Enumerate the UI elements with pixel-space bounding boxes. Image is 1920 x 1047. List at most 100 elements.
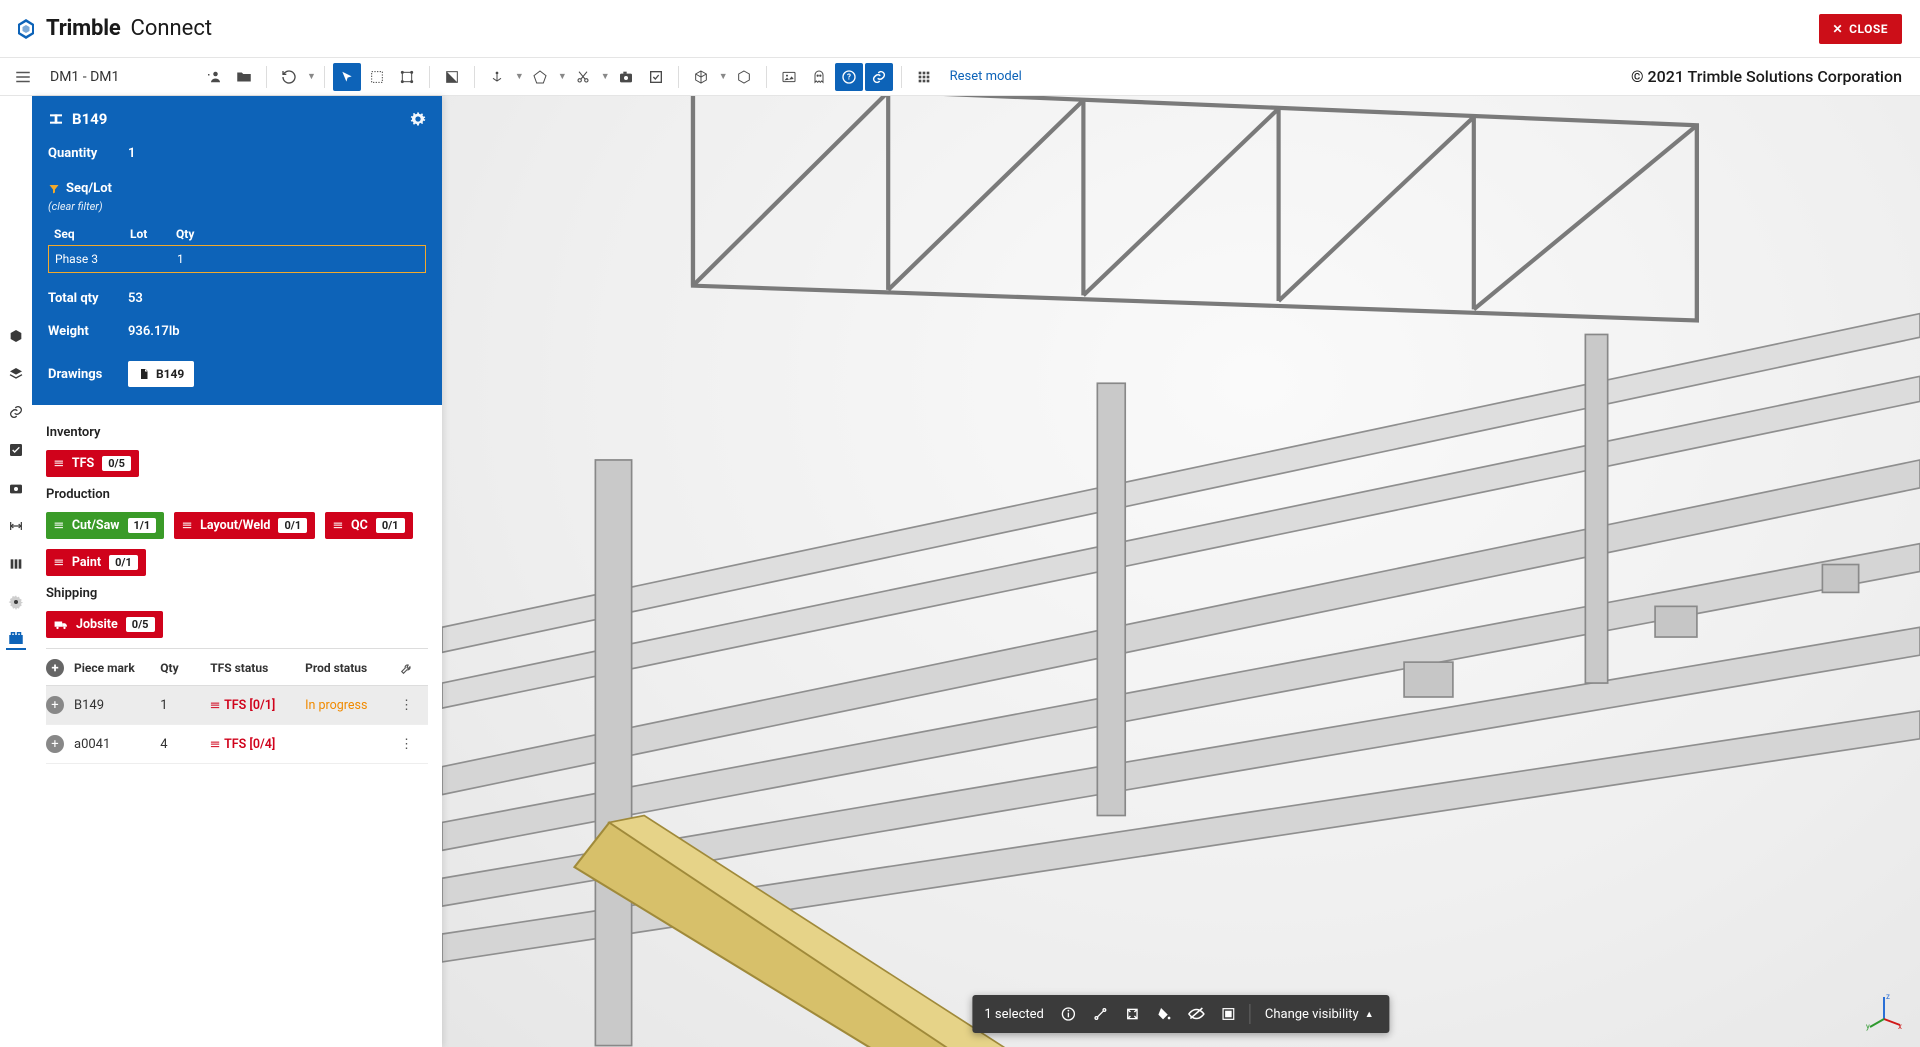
gear-rail-icon[interactable]	[6, 592, 26, 612]
cut-icon[interactable]	[569, 63, 597, 91]
seq-table-row[interactable]: Phase 3 1	[48, 245, 426, 273]
badge-jobsite[interactable]: Jobsite 0/5	[46, 611, 163, 638]
axis-gizmo[interactable]: z x y	[1864, 991, 1904, 1031]
trimble-logo-icon	[14, 17, 38, 41]
add-user-icon[interactable]	[200, 63, 228, 91]
chevron-down-icon[interactable]: ▼	[719, 71, 728, 82]
cube-rail-icon[interactable]	[6, 326, 26, 346]
svg-text:y: y	[1866, 1022, 1870, 1031]
fit-icon[interactable]	[1118, 1001, 1148, 1027]
badge-count: 0/1	[109, 555, 138, 570]
grid-icon[interactable]	[910, 63, 938, 91]
chevron-down-icon[interactable]: ▼	[515, 71, 524, 82]
add-icon[interactable]: +	[46, 659, 64, 677]
seq-table-header: Seq Lot Qty	[48, 223, 426, 245]
bounding-box-icon[interactable]	[393, 63, 421, 91]
more-icon[interactable]: ⋮	[400, 698, 428, 713]
separator	[429, 66, 430, 88]
breadcrumb[interactable]: DM1 - DM1	[50, 69, 119, 85]
chevron-down-icon[interactable]: ▼	[307, 71, 316, 82]
separator	[324, 66, 325, 88]
layers-rail-icon[interactable]	[6, 364, 26, 384]
pallet-icon	[54, 555, 64, 570]
chevron-up-icon: ▲	[1365, 1009, 1374, 1020]
ghost-icon[interactable]	[805, 63, 833, 91]
structure-render	[442, 96, 1920, 1047]
badge-count: 0/5	[126, 617, 155, 632]
piece-table-header: + Piece mark Qty TFS status Prod status	[46, 648, 428, 686]
badge-label: QC	[351, 518, 368, 533]
badge-qc[interactable]: QC 0/1	[325, 512, 412, 539]
link-to-icon[interactable]	[1086, 1001, 1116, 1027]
totalqty-value: 53	[128, 291, 143, 306]
brand: Trimble Connect	[14, 16, 212, 41]
badge-cutsaw[interactable]: Cut/Saw 1/1	[46, 512, 164, 539]
chevron-down-icon[interactable]: ▼	[558, 71, 567, 82]
panel-body: Inventory TFS 0/5 Production Cut/Saw 1/1…	[32, 405, 442, 1047]
hide-icon[interactable]	[1182, 1001, 1212, 1027]
anchor-icon[interactable]	[483, 63, 511, 91]
gallery-icon[interactable]	[775, 63, 803, 91]
table-row[interactable]: + a0041 4 TFS [0/4] ⋮	[46, 725, 428, 764]
3d-viewport[interactable]: z x y 1 selected Change visibility ▲	[442, 96, 1920, 1047]
lot-col: Lot	[130, 227, 160, 241]
check-rail-icon[interactable]	[6, 440, 26, 460]
separator	[678, 66, 679, 88]
badge-count: 0/1	[376, 518, 405, 533]
toolbar-tools: ▼ ▼ ▼ ▼ ▼ ? Reset model	[200, 63, 1022, 91]
toolbar: DM1 - DM1 ▼ ▼ ▼ ▼ ▼ ? Reset model ©	[0, 58, 1920, 96]
cursor-icon[interactable]	[333, 63, 361, 91]
camera-icon[interactable]	[612, 63, 640, 91]
panel-header: B149 Quantity 1 Seq/Lot (clear filter) S…	[32, 96, 442, 405]
help-icon[interactable]: ?	[835, 63, 863, 91]
separator	[474, 66, 475, 88]
hamburger-icon[interactable]	[10, 64, 36, 90]
separator	[266, 66, 267, 88]
chevron-down-icon[interactable]: ▼	[601, 71, 610, 82]
close-button[interactable]: ✕ CLOSE	[1819, 14, 1902, 44]
pallet-icon	[333, 518, 343, 533]
info-icon[interactable]	[1054, 1001, 1084, 1027]
reset-model-link[interactable]: Reset model	[950, 69, 1022, 84]
undo-icon[interactable]	[275, 63, 303, 91]
expand-icon[interactable]: +	[46, 696, 64, 714]
paint-bucket-icon[interactable]	[1150, 1001, 1180, 1027]
badge-paint[interactable]: Paint 0/1	[46, 549, 146, 576]
qty-col: Qty	[176, 227, 206, 241]
lot-cell	[131, 252, 161, 266]
marquee-icon[interactable]	[363, 63, 391, 91]
badge-count: 0/1	[278, 518, 307, 533]
contrast-icon[interactable]	[438, 63, 466, 91]
badge-tfs[interactable]: TFS 0/5	[46, 450, 139, 477]
checkbox-icon[interactable]	[642, 63, 670, 91]
spacing-rail-icon[interactable]	[6, 516, 26, 536]
clear-filter-link[interactable]: (clear filter)	[48, 200, 426, 213]
wrench-icon[interactable]	[400, 661, 428, 675]
isolate-icon[interactable]	[1214, 1001, 1244, 1027]
more-icon[interactable]: ⋮	[400, 737, 428, 752]
polygon-icon[interactable]	[526, 63, 554, 91]
link-icon[interactable]	[865, 63, 893, 91]
camera-rail-icon[interactable]	[6, 478, 26, 498]
seqlot-label: Seq/Lot	[66, 181, 112, 196]
drawing-button[interactable]: B149	[128, 361, 194, 387]
cube-outline-icon[interactable]	[730, 63, 758, 91]
badge-label: Paint	[72, 555, 101, 570]
badge-layoutweld[interactable]: Layout/Weld 0/1	[174, 512, 315, 539]
cube-icon[interactable]	[687, 63, 715, 91]
folder-icon[interactable]	[230, 63, 258, 91]
truck-icon	[54, 619, 68, 631]
prod-cell: In progress	[305, 698, 400, 713]
expand-icon[interactable]: +	[46, 735, 64, 753]
columns-rail-icon[interactable]	[6, 554, 26, 574]
separator	[901, 66, 902, 88]
svg-text:?: ?	[847, 72, 851, 81]
pallet-icon	[54, 456, 64, 471]
link-rail-icon[interactable]	[6, 402, 26, 422]
change-visibility-dropdown[interactable]: Change visibility ▲	[1257, 1007, 1382, 1022]
gear-icon[interactable]	[410, 111, 426, 127]
table-row[interactable]: + B149 1 TFS [0/1] In progress ⋮	[46, 686, 428, 725]
left-rail	[0, 96, 32, 1047]
brand-name: Trimble	[46, 16, 121, 41]
production-rail-icon[interactable]	[6, 630, 26, 650]
